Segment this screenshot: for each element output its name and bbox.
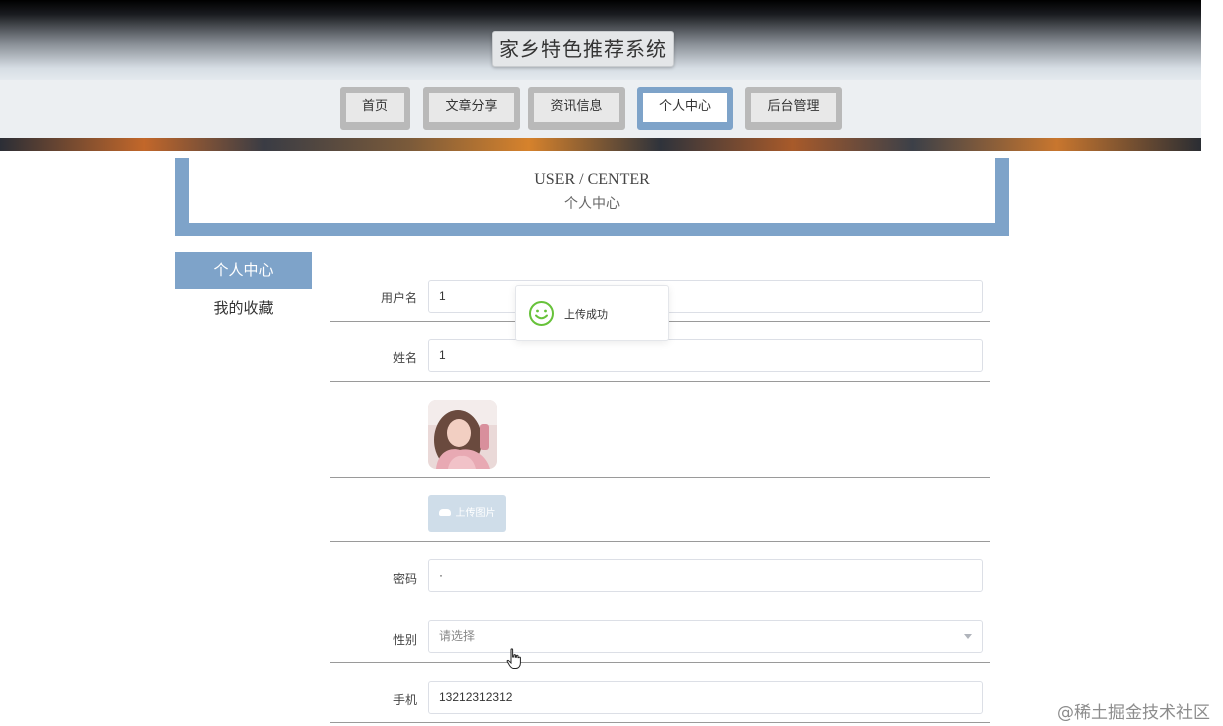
upload-image-button[interactable]: 上传图片: [428, 495, 506, 532]
avatar-photo-icon: [428, 400, 497, 469]
success-toast: 上传成功: [515, 285, 669, 341]
gender-label: 性别: [392, 633, 417, 647]
nav-news-info[interactable]: 资讯信息: [528, 87, 625, 130]
banner-image-strip: [0, 138, 1201, 151]
upload-button-label: 上传图片: [455, 508, 496, 519]
avatar[interactable]: [428, 400, 497, 469]
gender-select-value: 请选择: [439, 629, 476, 643]
form-row-gender: 性别 请选择: [330, 600, 990, 663]
site-title: 家乡特色推荐系统: [492, 31, 674, 67]
form-row-avatar: [330, 382, 990, 478]
nav-personal-center[interactable]: 个人中心: [637, 87, 733, 130]
form-row-phone: 手机 13212312312: [330, 663, 990, 723]
nav-home[interactable]: 首页: [340, 87, 410, 130]
page-heading-box: USER / CENTER 个人中心: [175, 158, 1009, 236]
hand-cursor-icon: [506, 648, 521, 669]
smile-success-icon: [529, 301, 554, 326]
chevron-down-icon: [964, 634, 972, 639]
form-row-password: 密码 ·: [330, 542, 990, 600]
nav-article-share[interactable]: 文章分享: [423, 87, 520, 130]
sidebar-item-my-favorites[interactable]: 我的收藏: [175, 290, 312, 327]
page-heading-zh: 个人中心: [564, 196, 620, 212]
username-input[interactable]: 1: [428, 280, 983, 313]
password-input[interactable]: ·: [428, 559, 983, 592]
cloud-upload-icon: [438, 508, 451, 516]
main-nav: 首页 文章分享 资讯信息 个人中心 后台管理: [0, 80, 1201, 138]
toast-message: 上传成功: [564, 308, 608, 321]
nav-admin[interactable]: 后台管理: [745, 87, 842, 130]
form-row-upload: 上传图片: [330, 478, 990, 542]
name-label: 姓名: [392, 351, 417, 365]
phone-label: 手机: [392, 693, 417, 707]
name-input[interactable]: 1: [428, 339, 983, 372]
sidebar-item-personal-center[interactable]: 个人中心: [175, 252, 312, 289]
username-label: 用户名: [380, 291, 417, 305]
phone-input[interactable]: 13212312312: [428, 681, 983, 714]
page-heading-en: USER / CENTER: [534, 171, 650, 188]
watermark: @稀土掘金技术社区: [1057, 703, 1210, 723]
password-label: 密码: [392, 572, 417, 586]
top-header: 家乡特色推荐系统: [0, 0, 1201, 80]
